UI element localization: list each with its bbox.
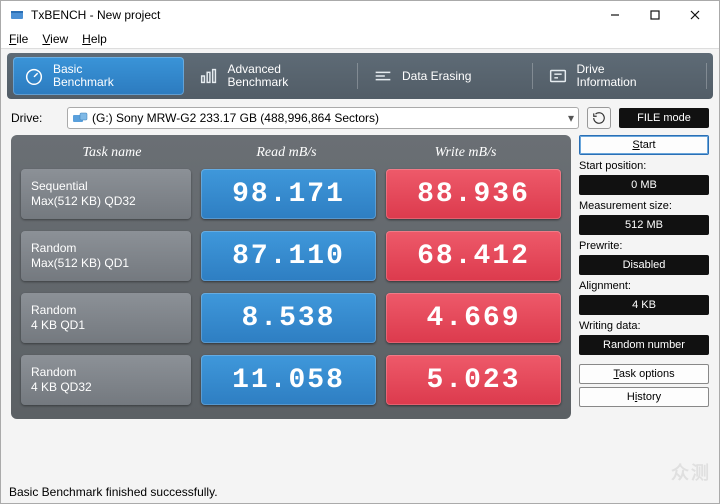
task-cell: Random 4 KB QD32 <box>21 355 191 405</box>
read-value: 87.110 <box>201 231 376 281</box>
read-value: 11.058 <box>201 355 376 405</box>
watermark: 众测 <box>671 459 711 485</box>
writing-data-value[interactable]: Random number <box>579 335 709 355</box>
start-position-value[interactable]: 0 MB <box>579 175 709 195</box>
writing-data-label: Writing data: <box>579 320 709 332</box>
close-button[interactable] <box>675 1 715 29</box>
tab-label: DriveInformation <box>577 63 637 89</box>
maximize-button[interactable] <box>635 1 675 29</box>
task-cell: Random Max(512 KB) QD1 <box>21 231 191 281</box>
app-icon <box>9 7 25 23</box>
tab-label: AdvancedBenchmark <box>228 63 289 89</box>
drive-selected-text: (G:) Sony MRW-G2 233.17 GB (488,996,864 … <box>92 111 379 125</box>
bar-chart-icon <box>198 65 220 87</box>
tab-label: BasicBenchmark <box>53 63 114 89</box>
menu-bar: File View Help <box>1 29 719 49</box>
read-value: 98.171 <box>201 169 376 219</box>
history-button[interactable]: History <box>579 387 709 407</box>
write-value: 68.412 <box>386 231 561 281</box>
col-header-write: Write mB/s <box>376 145 555 161</box>
alignment-label: Alignment: <box>579 280 709 292</box>
alignment-value[interactable]: 4 KB <box>579 295 709 315</box>
read-value: 8.538 <box>201 293 376 343</box>
refresh-button[interactable] <box>587 107 611 129</box>
drive-label: Drive: <box>11 111 59 125</box>
write-value: 5.023 <box>386 355 561 405</box>
tab-strip: BasicBenchmark AdvancedBenchmark Data Er… <box>7 53 713 99</box>
disk-icon <box>72 112 88 124</box>
prewrite-label: Prewrite: <box>579 240 709 252</box>
start-button[interactable]: Start <box>579 135 709 155</box>
tab-advanced-benchmark[interactable]: AdvancedBenchmark <box>188 57 359 95</box>
drive-row: Drive: (G:) Sony MRW-G2 233.17 GB (488,9… <box>1 99 719 135</box>
chevron-down-icon: ▾ <box>568 111 574 125</box>
bench-row: Random Max(512 KB) QD1 87.110 68.412 <box>21 231 561 281</box>
side-panel: Start Start position: 0 MB Measurement s… <box>579 135 709 419</box>
title-bar: TxBENCH - New project <box>1 1 719 29</box>
measurement-size-value[interactable]: 512 MB <box>579 215 709 235</box>
task-options-button[interactable]: Task options <box>579 364 709 384</box>
window-title: TxBENCH - New project <box>31 8 595 22</box>
menu-file[interactable]: File <box>9 32 28 46</box>
write-value: 88.936 <box>386 169 561 219</box>
file-mode-button[interactable]: FILE mode <box>619 108 709 128</box>
tab-label: Data Erasing <box>402 70 471 83</box>
benchmark-panel: Task name Read mB/s Write mB/s Sequentia… <box>11 135 571 419</box>
bench-row: Random 4 KB QD32 11.058 5.023 <box>21 355 561 405</box>
gauge-icon <box>23 65 45 87</box>
drive-info-icon <box>547 65 569 87</box>
minimize-button[interactable] <box>595 1 635 29</box>
task-cell: Sequential Max(512 KB) QD32 <box>21 169 191 219</box>
col-header-read: Read mB/s <box>197 145 376 161</box>
col-header-task: Task name <box>27 145 197 161</box>
tab-data-erasing[interactable]: Data Erasing <box>362 57 533 95</box>
erase-icon <box>372 65 394 87</box>
bench-row: Sequential Max(512 KB) QD32 98.171 88.93… <box>21 169 561 219</box>
tab-drive-information[interactable]: DriveInformation <box>537 57 708 95</box>
start-position-label: Start position: <box>579 160 709 172</box>
menu-help[interactable]: Help <box>82 32 107 46</box>
measurement-size-label: Measurement size: <box>579 200 709 212</box>
tab-basic-benchmark[interactable]: BasicBenchmark <box>13 57 184 95</box>
prewrite-value[interactable]: Disabled <box>579 255 709 275</box>
write-value: 4.669 <box>386 293 561 343</box>
bench-row: Random 4 KB QD1 8.538 4.669 <box>21 293 561 343</box>
drive-select[interactable]: (G:) Sony MRW-G2 233.17 GB (488,996,864 … <box>67 107 579 129</box>
menu-view[interactable]: View <box>42 32 68 46</box>
status-bar: Basic Benchmark finished successfully. <box>5 483 715 501</box>
task-cell: Random 4 KB QD1 <box>21 293 191 343</box>
